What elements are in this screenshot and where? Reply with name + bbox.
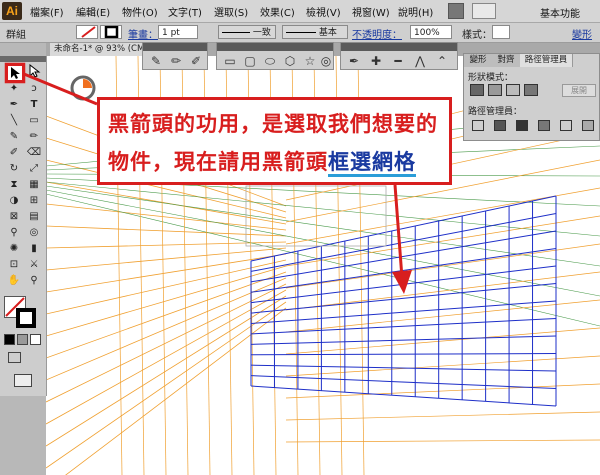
callout-highlight: 框選網格 (328, 150, 416, 177)
callout-line-1: 黑箭頭的功用，是選取我們想要的 (108, 112, 438, 136)
callout-line-2: 物件，現在請用黑箭頭框選網格 (108, 146, 416, 177)
callout-line-2-start: 物件，現在請用黑箭頭 (108, 150, 328, 174)
annotation-overlay (4, 62, 412, 294)
tutorial-callout: 黑箭頭的功用，是選取我們想要的 物件，現在請用黑箭頭框選網格 (97, 97, 452, 185)
